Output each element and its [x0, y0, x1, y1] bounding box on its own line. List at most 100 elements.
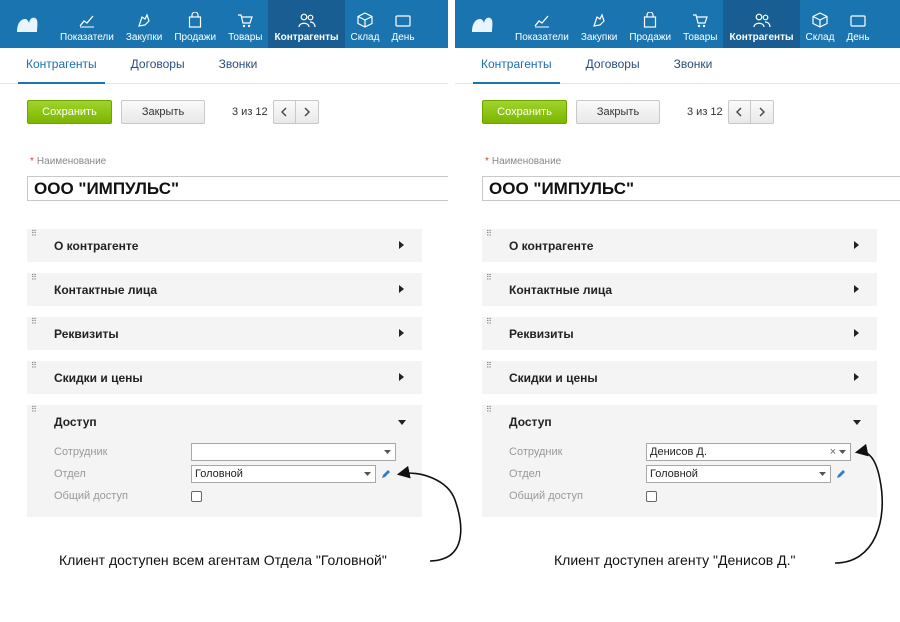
cart-icon	[693, 14, 709, 28]
nav-label: Показатели	[60, 32, 114, 43]
triangle-right-icon	[399, 241, 404, 249]
drag-handle-icon[interactable]: ⠿	[31, 230, 38, 238]
app-logo[interactable]	[455, 0, 509, 48]
nav-item-goods[interactable]: Товары	[677, 0, 723, 48]
top-navigation: Показатели Закупки Продажи Товары Контра…	[0, 0, 448, 48]
employee-select[interactable]	[191, 443, 396, 461]
nav-item-indicators[interactable]: Показатели	[54, 0, 120, 48]
nav-item-indicators[interactable]: Показатели	[509, 0, 575, 48]
nav-item-money[interactable]: День	[385, 0, 420, 48]
section-requisites[interactable]: ⠿ Реквизиты	[27, 317, 422, 350]
nav-item-warehouse[interactable]: Склад	[800, 0, 841, 48]
section-discounts[interactable]: ⠿ Скидки и цены	[27, 361, 422, 394]
shared-access-checkbox[interactable]	[646, 491, 657, 502]
section-title: Контактные лица	[54, 283, 158, 297]
pencil-icon[interactable]	[381, 469, 391, 479]
app-logo[interactable]	[0, 0, 54, 48]
nav-item-money[interactable]: День	[840, 0, 875, 48]
nav-label: Товары	[683, 32, 718, 43]
sub-tabs: Контрагенты Договоры Звонки	[455, 48, 900, 84]
nav-item-purchases[interactable]: Закупки	[120, 0, 168, 48]
drag-handle-icon[interactable]: ⠿	[486, 362, 493, 370]
drag-handle-icon[interactable]: ⠿	[486, 318, 493, 326]
nav-label: Продажи	[629, 32, 672, 43]
nav-item-sales[interactable]: Продажи	[168, 0, 222, 48]
pencil-icon[interactable]	[836, 469, 846, 479]
nav-label: День	[391, 32, 415, 43]
nav-label: Контрагенты	[274, 32, 339, 43]
section-contacts[interactable]: ⠿ Контактные лица	[27, 273, 422, 306]
drag-handle-icon[interactable]: ⠿	[31, 318, 38, 326]
prev-button[interactable]	[272, 100, 296, 124]
section-requisites[interactable]: ⠿ Реквизиты	[482, 317, 877, 350]
nav-item-warehouse[interactable]: Склад	[345, 0, 386, 48]
tab-calls[interactable]: Звонки	[666, 48, 721, 84]
chevron-down-icon	[384, 450, 391, 454]
section-contacts[interactable]: ⠿ Контактные лица	[482, 273, 877, 306]
section-access: ⠿ Доступ Сотрудник Денисов Д. × Отдел Го…	[482, 405, 877, 517]
logo-icon	[472, 17, 493, 32]
department-select[interactable]: Головной	[646, 465, 831, 483]
close-button[interactable]: Закрыть	[121, 100, 205, 124]
box-icon	[812, 12, 828, 28]
top-navigation: Показатели Закупки Продажи Товары Контра…	[455, 0, 900, 48]
tab-counterparties[interactable]: Контрагенты	[18, 48, 105, 84]
bag-icon	[644, 12, 657, 28]
clear-icon[interactable]: ×	[830, 444, 836, 460]
section-title[interactable]: Доступ	[54, 415, 97, 429]
screen-left: Показатели Закупки Продажи Товары Контра…	[0, 0, 448, 622]
drag-handle-icon[interactable]: ⠿	[486, 274, 493, 282]
nav-item-purchases[interactable]: Закупки	[575, 0, 623, 48]
box-icon	[357, 12, 373, 28]
drag-handle-icon[interactable]: ⠿	[486, 230, 493, 238]
name-input[interactable]: ООО "ИМПУЛЬС"	[482, 176, 900, 201]
save-button[interactable]: Сохранить	[482, 100, 567, 124]
section-about[interactable]: ⠿ О контрагенте	[482, 229, 877, 262]
bag-icon	[189, 12, 202, 28]
tab-contracts[interactable]: Договоры	[578, 48, 648, 84]
toolbar: Сохранить Закрыть 3 из 12	[27, 100, 319, 124]
department-label: Отдел	[54, 468, 86, 480]
sub-tabs: Контрагенты Договоры Звонки	[0, 48, 448, 84]
drag-handle-icon[interactable]: ⠿	[31, 406, 38, 414]
employee-select[interactable]: Денисов Д. ×	[646, 443, 851, 461]
next-button[interactable]	[750, 100, 774, 124]
nav-label: Склад	[350, 32, 380, 43]
triangle-right-icon	[399, 285, 404, 293]
nav-item-counterparties[interactable]: Контрагенты	[268, 0, 345, 48]
chart-icon	[79, 15, 94, 28]
nav-item-counterparties[interactable]: Контрагенты	[723, 0, 800, 48]
tab-contracts[interactable]: Договоры	[123, 48, 193, 84]
chevron-left-icon	[281, 107, 287, 117]
chevron-down-icon	[364, 472, 371, 476]
nav-item-goods[interactable]: Товары	[222, 0, 268, 48]
chevron-right-icon	[759, 107, 765, 117]
caption-text: Клиент доступен всем агентам Отдела "Гол…	[59, 552, 387, 568]
drag-handle-icon[interactable]: ⠿	[486, 406, 493, 414]
department-select[interactable]: Головной	[191, 465, 376, 483]
shared-access-checkbox[interactable]	[191, 491, 202, 502]
prev-button[interactable]	[727, 100, 751, 124]
section-title: Реквизиты	[54, 327, 119, 341]
nav-label: Контрагенты	[729, 32, 794, 43]
screen-right: Показатели Закупки Продажи Товары Контра…	[455, 0, 900, 622]
shared-access-label: Общий доступ	[54, 490, 128, 502]
save-button[interactable]: Сохранить	[27, 100, 112, 124]
tab-counterparties[interactable]: Контрагенты	[473, 48, 560, 84]
next-button[interactable]	[295, 100, 319, 124]
money-icon	[395, 15, 411, 27]
section-discounts[interactable]: ⠿ Скидки и цены	[482, 361, 877, 394]
section-title[interactable]: Доступ	[509, 415, 552, 429]
close-button[interactable]: Закрыть	[576, 100, 660, 124]
tab-calls[interactable]: Звонки	[211, 48, 266, 84]
name-input[interactable]: ООО "ИМПУЛЬС"	[27, 176, 448, 201]
caption-text: Клиент доступен агенту "Денисов Д."	[554, 552, 796, 568]
nav-item-sales[interactable]: Продажи	[623, 0, 677, 48]
triangle-down-icon[interactable]	[853, 420, 861, 425]
nav-label: Товары	[228, 32, 263, 43]
triangle-down-icon[interactable]	[398, 420, 406, 425]
nav-label: Склад	[805, 32, 835, 43]
drag-handle-icon[interactable]: ⠿	[31, 362, 38, 370]
section-about[interactable]: ⠿ О контрагенте	[27, 229, 422, 262]
drag-handle-icon[interactable]: ⠿	[31, 274, 38, 282]
